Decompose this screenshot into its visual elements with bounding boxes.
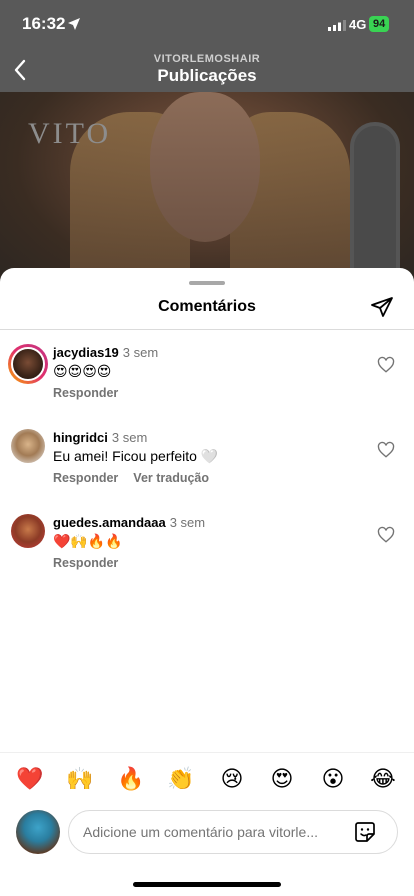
emoji-heart-button[interactable]: ❤️ xyxy=(16,765,44,793)
avatar[interactable] xyxy=(11,429,45,463)
sticker-icon[interactable] xyxy=(354,821,376,843)
battery-indicator: 94 xyxy=(369,16,390,32)
sheet-title: Comentários xyxy=(158,298,256,315)
comment-text: ❤️🙌🔥🔥 xyxy=(53,533,123,549)
home-indicator xyxy=(133,882,281,887)
divider xyxy=(0,329,414,330)
comment-time: 3 sem xyxy=(111,430,148,445)
comment-text: 😍😍😍😍 xyxy=(53,363,112,379)
heart-outline-icon[interactable] xyxy=(377,526,395,544)
emoji-laughing-button[interactable]: 😂 xyxy=(369,765,397,793)
reply-button[interactable]: Responder xyxy=(53,386,118,400)
page-title: Publicações xyxy=(157,66,257,85)
emoji-crying-button[interactable]: 😢 xyxy=(218,765,246,793)
account-name: VITORLEMOSHAIR xyxy=(153,53,261,65)
comment-input[interactable] xyxy=(68,810,398,854)
comment-time: 3 sem xyxy=(122,345,159,360)
location-arrow-icon xyxy=(68,18,80,30)
comment-username[interactable]: guedes.amandaaa xyxy=(53,515,166,530)
reply-button[interactable]: Responder xyxy=(53,556,118,570)
network-type: 4G xyxy=(349,17,367,32)
emoji-raised-hands-button[interactable]: 🙌 xyxy=(66,765,94,793)
translate-button[interactable]: Ver tradução xyxy=(133,471,209,485)
comment-username[interactable]: hingridci xyxy=(53,430,108,445)
avatar[interactable] xyxy=(11,514,45,548)
comment-composer xyxy=(0,808,414,858)
heart-outline-icon[interactable] xyxy=(377,441,395,459)
comment-item: hingridci 3 sem Eu amei! Ficou perfeito 🤍… xyxy=(0,427,414,507)
emoji-clap-button[interactable]: 👏 xyxy=(167,765,195,793)
post-image: VITO xyxy=(0,92,414,292)
heart-outline-icon[interactable] xyxy=(377,356,395,374)
post-header: VITORLEMOSHAIR Publicações xyxy=(0,48,414,92)
paper-plane-icon[interactable] xyxy=(370,295,394,319)
reply-button[interactable]: Responder xyxy=(53,471,118,485)
quick-emoji-bar: ❤️ 🙌 🔥 👏 😢 😍 😮 😂 xyxy=(0,752,414,808)
avatar[interactable] xyxy=(8,344,48,384)
emoji-surprised-button[interactable]: 😮 xyxy=(319,765,347,793)
post-watermark: VITO xyxy=(28,117,112,150)
comment-item: jacydias19 3 sem 😍😍😍😍 Responder xyxy=(0,342,414,422)
emoji-fire-button[interactable]: 🔥 xyxy=(117,765,145,793)
emoji-heart-eyes-button[interactable]: 😍 xyxy=(268,765,296,793)
comment-item: guedes.amandaaa 3 sem ❤️🙌🔥🔥 Responder xyxy=(0,512,414,592)
sheet-drag-handle[interactable] xyxy=(189,281,225,285)
comment-username[interactable]: jacydias19 xyxy=(53,345,119,360)
status-bar: 16:32 4G 94 xyxy=(0,0,414,48)
comment-time: 3 sem xyxy=(169,515,206,530)
my-avatar xyxy=(16,810,60,854)
status-time: 16:32 xyxy=(22,14,66,33)
signal-icon xyxy=(328,20,346,31)
comment-text: Eu amei! Ficou perfeito 🤍 xyxy=(53,448,219,464)
